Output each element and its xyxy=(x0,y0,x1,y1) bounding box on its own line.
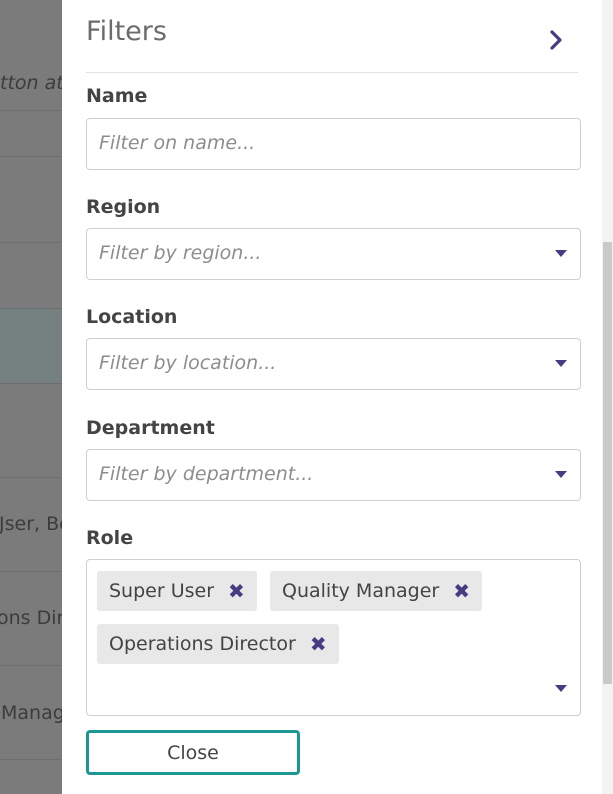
background-text: Manag xyxy=(1,702,62,724)
name-label: Name xyxy=(86,85,148,107)
chip-label: Operations Director xyxy=(109,633,296,655)
region-filter-select[interactable]: Filter by region... xyxy=(86,228,581,280)
close-button[interactable]: Close xyxy=(86,730,300,775)
remove-chip-icon[interactable]: ✖ xyxy=(310,634,327,654)
dropdown-caret-icon xyxy=(555,250,567,257)
background-row xyxy=(0,156,62,243)
panel-title: Filters xyxy=(86,16,167,47)
role-filter-multiselect[interactable]: Super User ✖ Quality Manager ✖ Operation… xyxy=(86,559,581,716)
background-row-highlighted xyxy=(0,308,62,384)
role-label: Role xyxy=(86,527,134,549)
department-filter-select[interactable]: Filter by department... xyxy=(86,449,581,501)
location-filter-select[interactable]: Filter by location... xyxy=(86,338,581,390)
department-filter-placeholder: Filter by department... xyxy=(99,463,314,485)
chip-label: Super User xyxy=(109,580,215,602)
role-chip-super-user: Super User ✖ xyxy=(97,571,257,611)
role-chip-quality-manager: Quality Manager ✖ xyxy=(270,571,482,611)
background-text: ons Dir xyxy=(0,607,62,629)
name-filter-input[interactable]: Filter on name... xyxy=(86,118,581,170)
dropdown-caret-icon xyxy=(555,471,567,478)
scrollbar-thumb[interactable] xyxy=(603,242,612,684)
chevron-right-icon[interactable] xyxy=(545,28,567,52)
background-row xyxy=(0,383,62,478)
title-divider xyxy=(86,72,578,73)
remove-chip-icon[interactable]: ✖ xyxy=(453,581,470,601)
department-label: Department xyxy=(86,417,215,439)
dropdown-caret-icon xyxy=(555,360,567,367)
background-page: tton at Jser, Be ons Dir Manag xyxy=(0,0,62,794)
chip-label: Quality Manager xyxy=(282,580,440,602)
dropdown-caret-icon[interactable] xyxy=(555,685,567,692)
background-row xyxy=(0,242,62,309)
remove-chip-icon[interactable]: ✖ xyxy=(228,581,245,601)
background-text: tton at xyxy=(0,72,62,94)
region-filter-placeholder: Filter by region... xyxy=(99,242,262,264)
location-filter-placeholder: Filter by location... xyxy=(99,352,277,374)
background-text: Jser, Be xyxy=(0,513,62,535)
region-label: Region xyxy=(86,196,161,218)
background-row xyxy=(0,110,62,157)
role-chip-operations-director: Operations Director ✖ xyxy=(97,624,339,664)
name-filter-placeholder: Filter on name... xyxy=(99,132,256,154)
background-row xyxy=(0,759,62,794)
location-label: Location xyxy=(86,306,178,328)
